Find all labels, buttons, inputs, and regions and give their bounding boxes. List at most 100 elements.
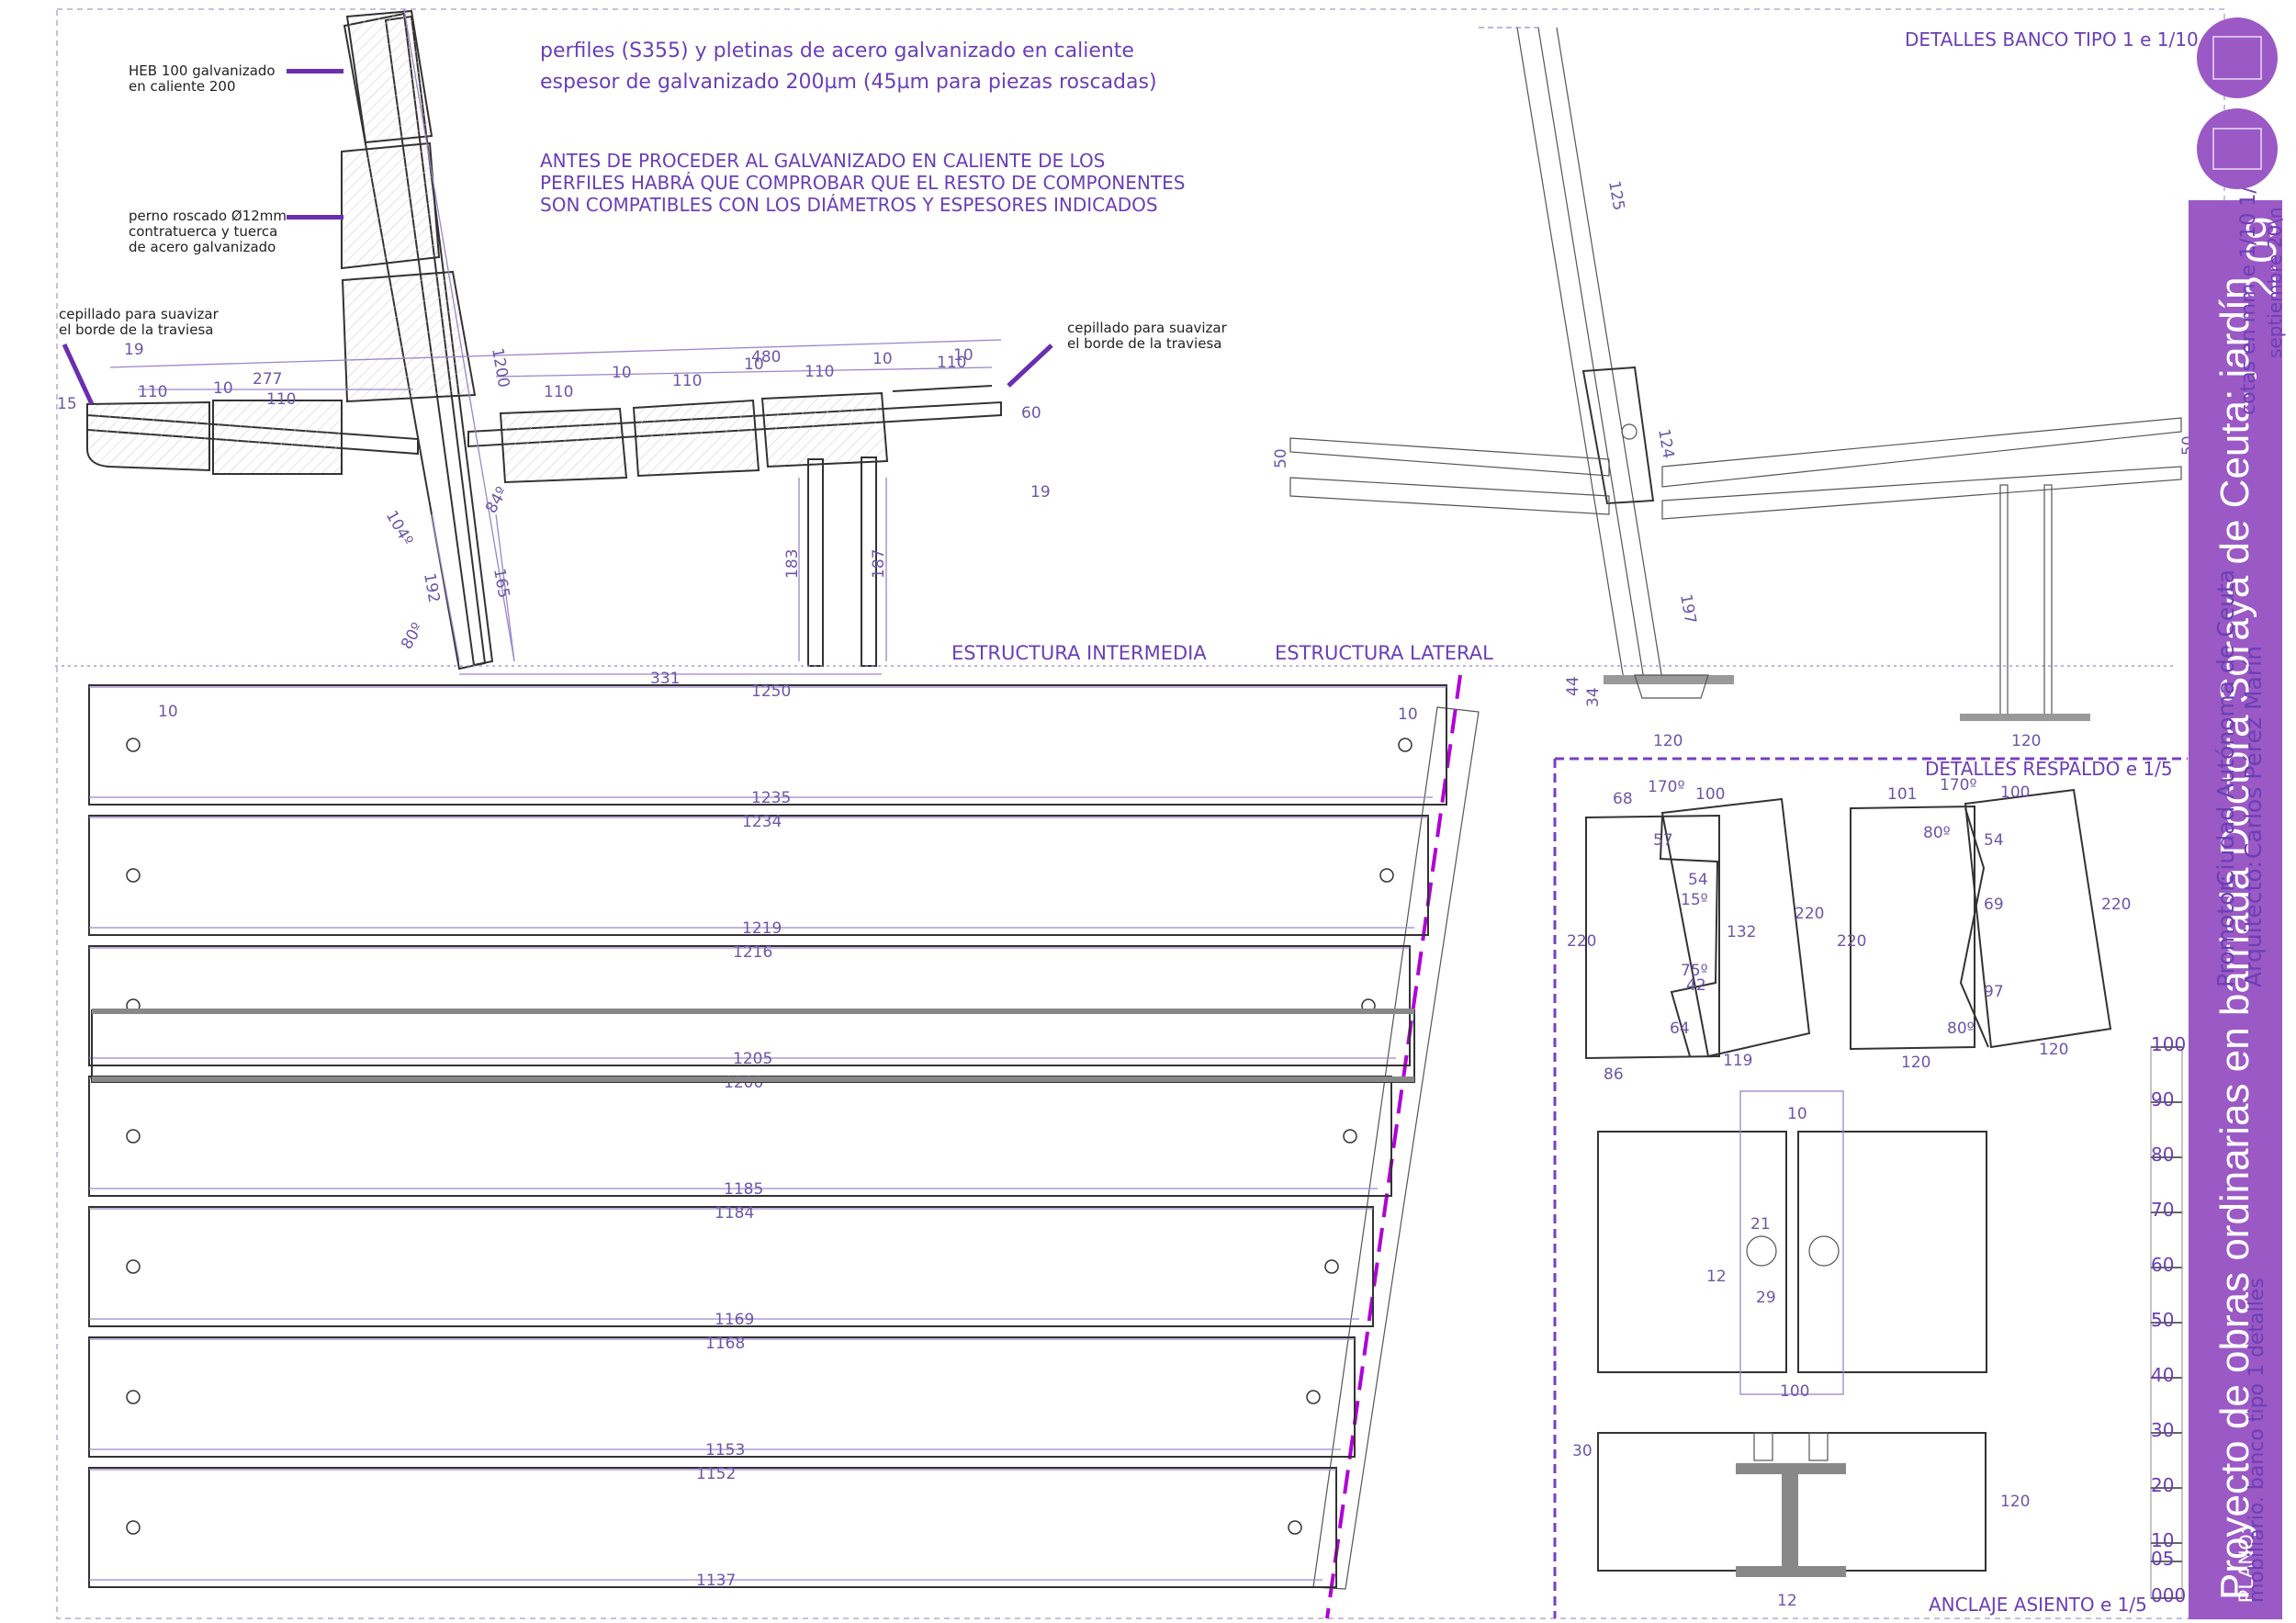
dim-110-e: 110 bbox=[805, 363, 834, 381]
note-cepillado-left-2: el borde de la traviesa bbox=[59, 321, 213, 338]
dim-183: 183 bbox=[783, 549, 802, 579]
respaldo-right-dim: 100 bbox=[2000, 783, 2030, 802]
scale-bar: 10090807060504030201005000 bbox=[2150, 1033, 2186, 1606]
respaldo-right-dim: 220 bbox=[1837, 932, 1866, 951]
respaldo-right-dim: 120 bbox=[1901, 1054, 1930, 1072]
dim-84deg: 84º bbox=[482, 484, 512, 517]
respaldo-details: DETALLES RESPALDO e 1/5 ANCLAJE ASIENTO … bbox=[1553, 757, 2188, 1618]
anclaje-dim: 30 bbox=[1572, 1442, 1593, 1460]
scale-label: 20 bbox=[2151, 1474, 2174, 1496]
respaldo-right-dim: 80º bbox=[1923, 824, 1951, 842]
respaldo-right-dim: 80º bbox=[1947, 1020, 1975, 1038]
general-notes: perfiles (S355) y pletinas de acero galv… bbox=[540, 39, 1185, 216]
header-estructura-lateral: ESTRUCTURA LATERAL bbox=[1275, 642, 1493, 664]
dim-197: 197 bbox=[1676, 592, 1699, 625]
respaldo-left-dim: 64 bbox=[1670, 1020, 1690, 1038]
section-dimensions: 19 277 110 10 110 15 10 110 10 110 10 11… bbox=[57, 341, 1051, 688]
dim-110-a: 110 bbox=[138, 383, 167, 401]
dim-60: 60 bbox=[1021, 404, 1041, 423]
note-heb-line1: HEB 100 galvanizado bbox=[129, 62, 276, 79]
scale-label: 05 bbox=[2151, 1548, 2174, 1570]
respaldo-right-dim: 101 bbox=[1887, 785, 1917, 804]
respaldo-left-dim: 15º bbox=[1681, 891, 1708, 909]
dim-44: 44 bbox=[1564, 676, 1582, 696]
dim-10-b: 10 bbox=[612, 364, 632, 382]
respaldo-left-dim: 54 bbox=[1688, 871, 1708, 889]
plank-length-bottom: 1219 bbox=[742, 919, 782, 938]
note-cepillado-left-1: cepillado para suavizar bbox=[59, 306, 219, 322]
promotor-value: Ciudad Autónoma de Ceuta bbox=[2212, 569, 2239, 886]
plank: 1234 1219 bbox=[88, 813, 1429, 938]
respaldo-dimensions: 68170º 100575415º13222022075º426486119101… bbox=[1567, 776, 2131, 1610]
header-anclaje: ANCLAJE ASIENTO e 1/5 bbox=[1929, 1594, 2147, 1616]
respaldo-right-dim: 69 bbox=[1984, 896, 2004, 914]
respaldo-left-dim: 220 bbox=[1795, 905, 1824, 923]
dim-10-plank-left: 10 bbox=[158, 703, 178, 721]
seat-planks-plan: 1250 1235 1234 1219 1216 1205 12001185 1184 1169… bbox=[88, 674, 1480, 1619]
plank-length-top: 1168 bbox=[705, 1335, 745, 1353]
dim-15: 15 bbox=[57, 395, 77, 413]
respaldo-right-dim: 220 bbox=[2101, 896, 2131, 914]
note-heb-line2: en caliente 200 bbox=[129, 78, 236, 95]
respaldo-left-dim: 68 bbox=[1613, 790, 1633, 808]
plank-length-bottom: 1137 bbox=[696, 1572, 736, 1590]
header-detalles-banco: DETALLES BANCO TIPO 1 e 1/10 bbox=[1905, 28, 2199, 51]
anclaje-dim: 21 bbox=[1750, 1215, 1771, 1234]
units-scale: cotas en mm e 1/10 1/5 bbox=[2237, 174, 2260, 415]
plank: 1184 1169 bbox=[88, 1204, 1374, 1329]
scale-label: 60 bbox=[2151, 1254, 2174, 1276]
thumbnail-plan-1 bbox=[2197, 17, 2278, 98]
title-block: Proyecto de obras ordinarias en barriada… bbox=[2189, 17, 2286, 1619]
dim-110-d: 110 bbox=[672, 372, 702, 390]
lateral-structure-drawing bbox=[1289, 27, 2182, 721]
arquitecto-value: Carlos Pérez Marín bbox=[2240, 646, 2267, 859]
respaldo-left-dim: 132 bbox=[1727, 923, 1756, 941]
respaldo-right-dim: 170º bbox=[1940, 776, 1976, 795]
note-perno-line1: perno roscado Ø12mm bbox=[129, 208, 287, 224]
dim-120-b: 120 bbox=[2011, 732, 2041, 750]
dim-80deg: 80º bbox=[398, 620, 427, 653]
plank-length-top: 1250 bbox=[751, 682, 791, 701]
dim-10-plank-right: 10 bbox=[1398, 705, 1418, 724]
plank-length-top: 1184 bbox=[715, 1204, 754, 1223]
scale-label: 70 bbox=[2151, 1199, 2174, 1221]
dim-124: 124 bbox=[1654, 427, 1677, 459]
thumbnail-plan-2 bbox=[2197, 108, 2278, 189]
dim-192: 192 bbox=[420, 571, 443, 603]
note-cepillado-right-2: el borde de la traviesa bbox=[1067, 335, 1221, 352]
warning-line3: SON COMPATIBLES CON LOS DIÁMETROS Y ESPE… bbox=[540, 194, 1158, 216]
respaldo-left-dim: 57 bbox=[1653, 831, 1673, 850]
respaldo-left-dim: 42 bbox=[1686, 976, 1706, 995]
anclaje-dim: 12 bbox=[1706, 1268, 1727, 1286]
dim-1200: 1200 bbox=[488, 346, 512, 389]
note-perfiles: perfiles (S355) y pletinas de acero galv… bbox=[540, 39, 1134, 62]
dim-110-c: 110 bbox=[544, 383, 573, 401]
respaldo-left-dim: 100 bbox=[1695, 785, 1725, 804]
note-galvanizado: espesor de galvanizado 200µm (45µm para … bbox=[540, 71, 1157, 94]
dim-19: 19 bbox=[124, 341, 144, 359]
plank-length-bottom: 1153 bbox=[705, 1441, 745, 1460]
dim-165: 165 bbox=[490, 567, 512, 599]
plank-length-top: 1234 bbox=[742, 813, 782, 831]
dim-187: 187 bbox=[870, 549, 888, 579]
header-estructura-intermedia: ESTRUCTURA INTERMEDIA bbox=[951, 642, 1207, 664]
drawing-sheet: 19 277 110 10 110 15 10 110 10 110 10 11… bbox=[55, 8, 2286, 1619]
date: septiembre 20\n bbox=[2264, 207, 2286, 358]
cepillado-right-leader bbox=[1007, 344, 1053, 388]
note-perno-line3: de acero galvanizado bbox=[129, 239, 276, 255]
dim-120-a: 120 bbox=[1653, 732, 1683, 750]
plank-length-bottom: 1185 bbox=[724, 1180, 763, 1199]
arquitecto-label: Arquitecto: bbox=[2240, 861, 2267, 987]
dim-125: 125 bbox=[1604, 179, 1627, 211]
dim-110-f: 110 bbox=[937, 354, 966, 372]
respaldo-right-dim: 97 bbox=[1984, 983, 2004, 1001]
plank-length-bottom: 1169 bbox=[715, 1311, 754, 1329]
scale-label: 90 bbox=[2151, 1088, 2174, 1110]
anclaje-dim: 12 bbox=[1777, 1592, 1797, 1610]
scale-label: 50 bbox=[2151, 1309, 2174, 1331]
anclaje-dim: 29 bbox=[1756, 1289, 1776, 1307]
plank: 1216 1205 bbox=[88, 943, 1411, 1068]
respaldo-right-dim: 120 bbox=[2039, 1041, 2068, 1059]
dim-104deg: 104º bbox=[382, 508, 417, 549]
note-cepillado-right-1: cepillado para suavizar bbox=[1067, 320, 1228, 336]
